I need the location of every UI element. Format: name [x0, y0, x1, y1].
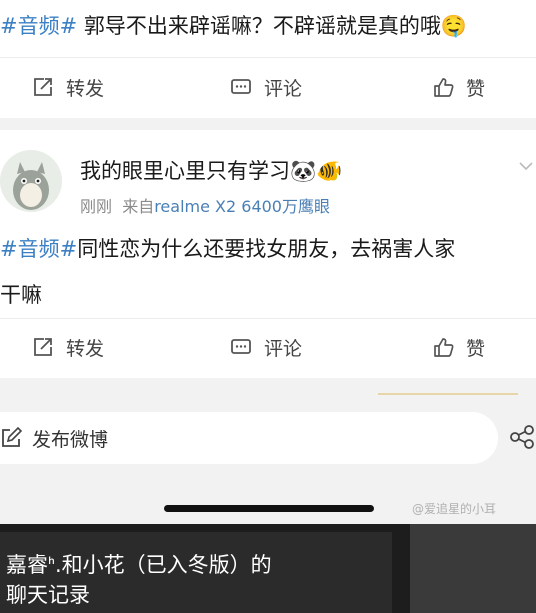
- repost-button[interactable]: 转发: [32, 318, 104, 376]
- repost-icon: [34, 338, 52, 356]
- topic-link[interactable]: #音频#: [0, 237, 77, 261]
- post-body-1: 郭导不出来辟谣嘛？不辟谣就是真的哦: [77, 14, 441, 38]
- totoro-avatar-icon: [0, 150, 62, 212]
- post-card-1: #音频# 郭导不出来辟谣嘛？不辟谣就是真的哦🤤 转发 评论 赞: [0, 0, 536, 118]
- thumbs-up-icon: [434, 78, 454, 97]
- source-prefix: 来自: [122, 197, 155, 216]
- comment-icon: [231, 79, 251, 94]
- comment-label: 评论: [264, 337, 303, 360]
- username-emoji: 🐼🐠: [290, 159, 343, 183]
- comment-button[interactable]: 评论: [230, 58, 302, 116]
- chevron-down-icon[interactable]: [518, 158, 534, 174]
- comment-button[interactable]: 评论: [230, 318, 302, 376]
- video-caption-box: 嘉睿ᑋ.和小花（已入冬版）的 聊天记录: [0, 532, 392, 613]
- like-label: 赞: [466, 337, 486, 360]
- post-text-1: #音频# 郭导不出来辟谣嘛？不辟谣就是真的哦🤤: [0, 3, 467, 49]
- post-time: 刚刚: [80, 197, 113, 216]
- post-meta: 刚刚 来自realme X2 6400万鹰眼: [80, 193, 330, 217]
- repost-label: 转发: [66, 77, 105, 100]
- card-peek: [378, 393, 518, 401]
- edit-icon: [2, 427, 22, 447]
- like-label: 赞: [466, 77, 486, 100]
- like-button[interactable]: 赞: [432, 58, 485, 116]
- post-source[interactable]: realme X2 6400万鹰眼: [154, 197, 330, 216]
- compose-placeholder: 发布微博: [32, 428, 109, 451]
- share-icon[interactable]: [509, 424, 535, 450]
- video-caption: 嘉睿ᑋ.和小花（已入冬版）的 聊天记录: [6, 553, 272, 607]
- home-indicator[interactable]: [164, 505, 374, 512]
- emoji: 🤤: [440, 14, 468, 38]
- video-background: [410, 524, 536, 613]
- comment-label: 评论: [264, 77, 303, 100]
- repost-button[interactable]: 转发: [32, 58, 104, 116]
- comment-icon: [231, 339, 251, 354]
- avatar[interactable]: [0, 150, 62, 212]
- username[interactable]: 我的眼里心里只有学习🐼🐠: [80, 155, 342, 185]
- repost-icon: [34, 78, 52, 96]
- compose-input[interactable]: 发布微博: [0, 412, 498, 464]
- thumbs-up-icon: [434, 338, 454, 357]
- action-bar-1: 转发 评论 赞: [0, 58, 536, 116]
- post-body-2: 同性恋为什么还要找女朋友，去祸害人家: [77, 237, 456, 261]
- repost-label: 转发: [66, 337, 105, 360]
- topic-link[interactable]: #音频#: [0, 14, 77, 38]
- post-body-2-line2: 干嘛: [0, 283, 42, 307]
- post-text-2: #音频#同性恋为什么还要找女朋友，去祸害人家 干嘛: [0, 226, 455, 318]
- watermark: @爱追星的小耳: [412, 502, 497, 516]
- action-bar-2: 转发 评论 赞: [0, 318, 536, 376]
- like-button[interactable]: 赞: [432, 318, 485, 376]
- video-frame: 嘉睿ᑋ.和小花（已入冬版）的 聊天记录: [0, 524, 536, 613]
